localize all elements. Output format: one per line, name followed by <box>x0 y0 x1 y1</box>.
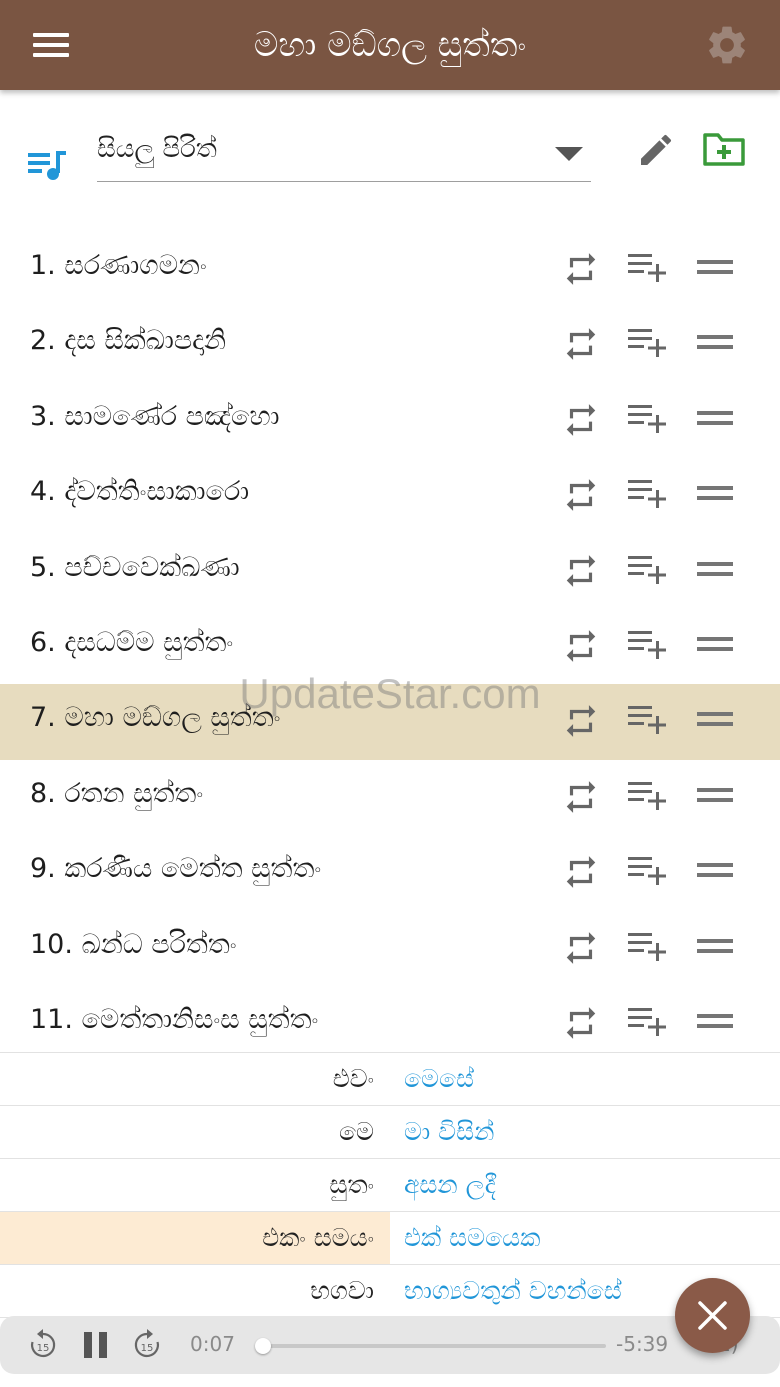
drag-handle-icon[interactable] <box>697 787 733 808</box>
pali-word: භගවා <box>310 1276 374 1305</box>
drag-handle-icon[interactable] <box>697 260 733 280</box>
drag-handle-icon[interactable] <box>697 863 733 883</box>
repeat-icon[interactable] <box>562 853 600 891</box>
repeat-icon[interactable] <box>562 627 600 665</box>
repeat-icon[interactable] <box>562 778 600 816</box>
sinhala-meaning: මා විසින් <box>404 1117 495 1146</box>
add-to-queue-icon[interactable] <box>626 401 668 439</box>
translation-row: මෙ මා විසින් <box>0 1106 780 1159</box>
track-row[interactable]: 10. ඛන්ධ පරිත්තං <box>0 911 780 986</box>
add-to-queue-icon[interactable] <box>626 778 668 816</box>
close-icon <box>698 1301 727 1330</box>
playlist-selector-bar: සියලු පිරිත් <box>0 110 780 210</box>
track-row[interactable]: 2. දස සික්ඛාපදානි <box>0 307 780 382</box>
hamburger-menu-icon[interactable] <box>33 30 71 60</box>
rewind-15-icon[interactable]: 15 <box>28 1328 58 1360</box>
pause-button[interactable] <box>84 1332 108 1358</box>
translation-row: එවං මෙසේ <box>0 1053 780 1106</box>
close-player-button[interactable] <box>675 1278 750 1353</box>
sinhala-meaning: අසන ලදී <box>404 1170 496 1199</box>
track-title: 4. ද්වත්තිංසාකාරො <box>30 476 250 508</box>
track-title: 8. රතන සුත්තං <box>30 777 204 809</box>
add-to-queue-icon[interactable] <box>626 702 668 740</box>
current-time: 0:07 <box>190 1332 235 1356</box>
track-row[interactable]: 3. සාමණේර පඤ්හො <box>0 383 780 458</box>
translation-row: සුතං අසන ලදී <box>0 1159 780 1212</box>
repeat-icon[interactable] <box>562 476 600 514</box>
track-row[interactable]: 8. රතන සුත්තං <box>0 760 780 835</box>
page-title: මහා මඞ්ගල සුත්තං <box>253 25 527 65</box>
track-title: 3. සාමණේර පඤ්හො <box>30 400 280 432</box>
remaining-time: -5:39 <box>616 1332 669 1356</box>
translation-row: භගවා භාග්‍යවතුන් වහන්සේ <box>0 1265 780 1318</box>
app-bar: මහා මඞ්ගල සුත්තං <box>0 0 780 90</box>
forward-15-icon[interactable]: 15 <box>132 1328 162 1360</box>
sinhala-meaning: එක් සමයෙක <box>404 1223 541 1252</box>
pali-word: එකං සමයං <box>0 1212 390 1264</box>
track-title: 5. පච්චවෙක්ඛණා <box>30 551 240 583</box>
drag-handle-icon[interactable] <box>697 561 733 582</box>
repeat-icon[interactable] <box>562 325 600 363</box>
playlist-dropdown-value: සියලු පිරිත් <box>97 134 217 164</box>
add-to-queue-icon[interactable] <box>626 627 668 665</box>
track-row[interactable]: 9. කරණීය මෙත්ත සුත්තං <box>0 835 780 910</box>
gear-icon[interactable] <box>704 22 750 68</box>
add-to-queue-icon[interactable] <box>626 476 668 514</box>
track-title: 10. ඛන්ධ පරිත්තං <box>30 928 237 960</box>
track-row[interactable]: 5. පච්චවෙක්ඛණා <box>0 534 780 609</box>
repeat-icon[interactable] <box>562 702 600 740</box>
audio-player: 15 15 0:07 -5:39 1) <box>0 1316 780 1374</box>
drag-handle-icon[interactable] <box>697 712 733 732</box>
drag-handle-icon[interactable] <box>697 410 733 431</box>
repeat-icon[interactable] <box>562 250 600 288</box>
track-title: 1. සරණාගමනං <box>30 250 207 281</box>
translation-row: එකං සමයං එක් සමයෙක <box>0 1212 780 1265</box>
track-row[interactable]: 4. ද්වත්තිංසාකාරො <box>0 458 780 533</box>
track-row[interactable]: 1. සරණාගමනං <box>0 232 780 307</box>
playlist-dropdown[interactable]: සියලු පිරිත් <box>97 130 591 182</box>
track-title: 9. කරණීය මෙත්ත සුත්තං <box>30 853 322 885</box>
track-row[interactable]: 11. මෙත්තානිසංස සුත්තං <box>0 986 780 1061</box>
pali-word: මෙ <box>338 1117 374 1146</box>
drag-handle-icon[interactable] <box>697 1013 733 1034</box>
add-to-queue-icon[interactable] <box>626 853 668 891</box>
queue-music-icon[interactable] <box>26 145 68 185</box>
add-to-queue-icon[interactable] <box>626 929 668 967</box>
pali-word: එවං <box>332 1064 374 1093</box>
track-title: 2. දස සික්ඛාපදානි <box>30 325 227 357</box>
translation-table: එවං මෙසේ මෙ මා විසින් සුතං අසන ලදී එකං සමයං එක්… <box>0 1052 780 1318</box>
sinhala-meaning: මෙසේ <box>404 1064 475 1093</box>
track-row[interactable]: 6. දසධම්ම සුත්තං <box>0 609 780 684</box>
forward-15-label: 15 <box>141 1343 154 1354</box>
drag-handle-icon[interactable] <box>697 938 733 959</box>
repeat-icon[interactable] <box>562 401 600 439</box>
seek-thumb[interactable] <box>255 1338 271 1354</box>
chevron-down-icon <box>555 147 583 161</box>
track-title: 7. මහා මඞ්ගල සුත්තං <box>30 702 281 734</box>
pencil-icon[interactable] <box>636 130 676 170</box>
repeat-icon[interactable] <box>562 929 600 967</box>
rewind-15-label: 15 <box>37 1343 50 1354</box>
seek-bar[interactable] <box>255 1338 606 1354</box>
repeat-icon[interactable] <box>562 552 600 590</box>
folder-plus-icon[interactable] <box>702 130 746 168</box>
drag-handle-icon[interactable] <box>697 486 733 506</box>
track-title: 6. දසධම්ම සුත්තං <box>30 626 234 658</box>
add-to-queue-icon[interactable] <box>626 250 668 288</box>
track-row[interactable]: 7. මහා මඞ්ගල සුත්තං <box>0 684 780 760</box>
track-title: 11. මෙත්තානිසංස සුත්තං <box>30 1003 319 1035</box>
add-to-queue-icon[interactable] <box>626 1004 668 1042</box>
track-list: 1. සරණාගමනං 2. දස සික්ඛාපදානි 3. සාමණේර පඤ… <box>0 232 780 1061</box>
drag-handle-icon[interactable] <box>697 335 733 355</box>
repeat-icon[interactable] <box>562 1004 600 1042</box>
pali-word: සුතං <box>329 1170 374 1199</box>
add-to-queue-icon[interactable] <box>626 325 668 363</box>
add-to-queue-icon[interactable] <box>626 552 668 590</box>
drag-handle-icon[interactable] <box>697 636 733 657</box>
